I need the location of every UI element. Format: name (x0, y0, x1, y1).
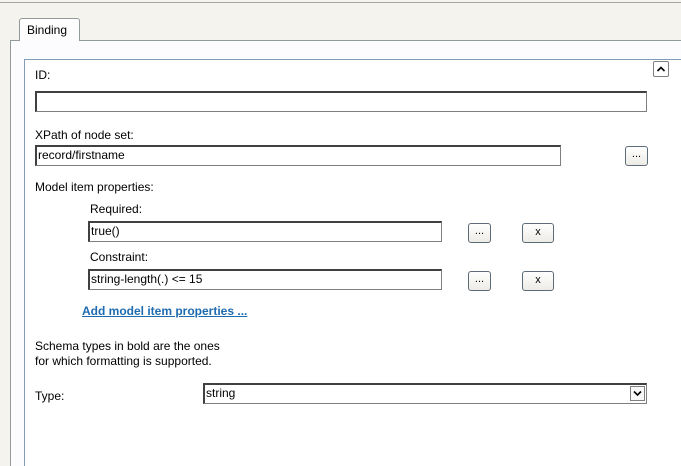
top-divider (0, 2, 681, 3)
type-select[interactable]: string (203, 383, 647, 404)
tab-binding-label: Binding (27, 23, 68, 37)
schema-note-line2: for which formatting is supported. (35, 354, 212, 368)
constraint-browse-button[interactable]: ... (468, 271, 491, 291)
id-field[interactable] (35, 91, 647, 112)
required-browse-button[interactable]: ... (468, 223, 491, 243)
constraint-label: Constraint: (90, 250, 149, 264)
schema-note-line1: Schema types in bold are the ones (35, 339, 220, 353)
constraint-remove-button[interactable]: x (522, 271, 554, 291)
scroll-up-button[interactable] (653, 61, 669, 77)
required-label: Required: (90, 202, 143, 216)
tab-binding[interactable]: Binding (19, 18, 80, 41)
type-select-value: string (206, 386, 236, 400)
xpath-field[interactable]: record/firstname (35, 145, 561, 166)
binding-panel: Binding ID: XPath of node set: record/fi… (0, 0, 681, 466)
type-label: Type: (35, 389, 65, 403)
chevron-down-icon (633, 390, 642, 397)
required-remove-button[interactable]: x (522, 223, 554, 243)
xpath-label: XPath of node set: (35, 128, 134, 142)
constraint-field[interactable]: string-length(.) <= 15 (88, 269, 442, 290)
chevron-up-icon (656, 66, 666, 72)
id-label: ID: (35, 68, 51, 82)
required-field[interactable]: true() (88, 221, 442, 242)
xpath-browse-button[interactable]: ... (625, 146, 648, 166)
add-model-item-properties-link[interactable]: Add model item properties ... (82, 304, 247, 318)
type-dropdown-button[interactable] (630, 386, 645, 401)
model-props-label: Model item properties: (35, 180, 154, 194)
